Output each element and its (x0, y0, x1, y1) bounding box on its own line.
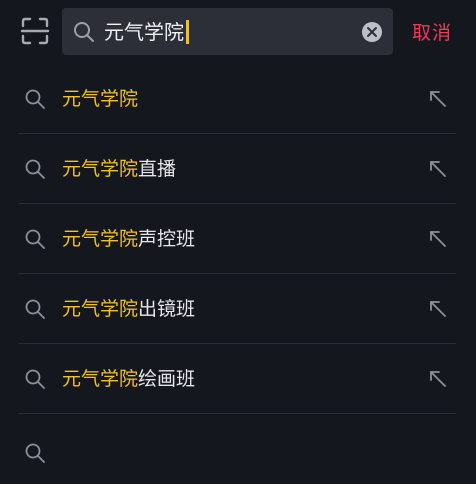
cancel-button[interactable]: 取消 (412, 18, 452, 45)
suggestion-rest: 绘画班 (138, 368, 196, 390)
suggestion-item[interactable]: 元气学院绘画班 (0, 344, 476, 414)
arrow-up-left-icon[interactable] (426, 297, 450, 321)
search-input[interactable]: 元气学院 (104, 17, 354, 47)
suggestion-item[interactable]: 元气学院直播 (0, 134, 476, 204)
suggestion-item-partial[interactable] (0, 414, 476, 484)
suggestion-highlight: 元气学院 (62, 368, 139, 390)
scan-icon (20, 17, 50, 45)
search-icon (25, 159, 45, 179)
suggestion-list: 元气学院 元气学院直播 元气学院声控班 元气学院出镜班 元气学院绘画班 (0, 64, 476, 484)
search-bar[interactable]: 元气学院 (62, 8, 393, 55)
arrow-up-left-icon[interactable] (426, 227, 450, 251)
search-icon (25, 299, 45, 319)
search-icon (74, 22, 94, 42)
suggestion-item[interactable]: 元气学院 (0, 64, 476, 134)
suggestion-text: 元气学院直播 (62, 154, 176, 184)
search-query-text: 元气学院 (104, 20, 184, 44)
arrow-up-left-icon[interactable] (426, 87, 450, 111)
suggestion-rest: 直播 (138, 158, 177, 180)
suggestion-text: 元气学院声控班 (62, 224, 195, 254)
arrow-up-left-icon[interactable] (426, 367, 450, 391)
arrow-up-left-icon[interactable] (426, 157, 450, 181)
search-icon (25, 443, 45, 463)
suggestion-item[interactable]: 元气学院出镜班 (0, 274, 476, 344)
suggestion-highlight: 元气学院 (62, 298, 139, 320)
suggestion-highlight: 元气学院 (62, 88, 139, 110)
clear-icon (362, 22, 382, 42)
suggestion-text: 元气学院绘画班 (62, 364, 195, 394)
suggestion-item[interactable]: 元气学院声控班 (0, 204, 476, 274)
text-caret (186, 20, 189, 44)
clear-button[interactable] (361, 21, 383, 43)
scan-button[interactable] (20, 16, 50, 46)
search-header: 元气学院 取消 (0, 0, 476, 64)
suggestion-highlight: 元气学院 (62, 228, 139, 250)
search-icon (25, 369, 45, 389)
search-icon (25, 229, 45, 249)
suggestion-rest: 出镜班 (138, 298, 196, 320)
suggestion-highlight: 元气学院 (62, 158, 139, 180)
suggestion-rest: 声控班 (138, 228, 196, 250)
search-icon (25, 89, 45, 109)
suggestion-text: 元气学院 (62, 84, 138, 114)
suggestion-text: 元气学院出镜班 (62, 294, 195, 324)
